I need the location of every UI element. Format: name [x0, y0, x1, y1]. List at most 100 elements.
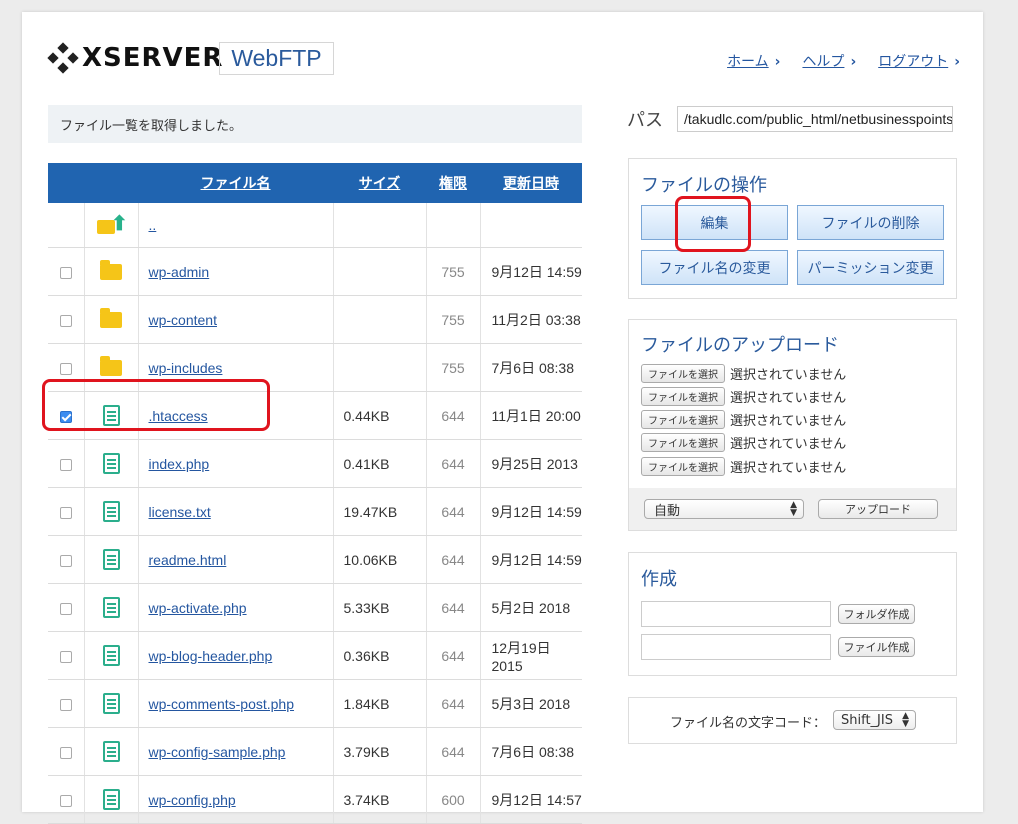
table-row[interactable]: index.php 0.41KB 644 9月25日 2013 [48, 439, 582, 488]
create-folder-button[interactable]: フォルダ作成 [838, 604, 915, 624]
table-row[interactable]: wp-config.php 3.74KB 600 9月12日 14:57 [48, 775, 582, 824]
table-row[interactable]: wp-activate.php 5.33KB 644 5月2日 2018 [48, 583, 582, 632]
choose-file-button[interactable]: ファイルを選択 [641, 363, 725, 383]
file-permission: 755 [425, 247, 480, 296]
row-checkbox[interactable] [59, 314, 72, 327]
file-name-link[interactable]: wp-config-sample.php [149, 744, 286, 760]
upload-box: ファイルのアップロード ファイルを選択 選択されていません ファイルを選択 選択され… [628, 319, 957, 531]
table-row[interactable]: wp-comments-post.php 1.84KB 644 5月3日 2018 [48, 679, 582, 728]
file-name-link[interactable]: wp-includes [149, 360, 223, 376]
transfer-mode-select[interactable]: 自動 ▲ ▼ [644, 499, 804, 519]
file-name-link[interactable]: readme.html [149, 552, 227, 568]
table-row[interactable]: wp-config-sample.php 3.79KB 644 7月6日 08:38 [48, 727, 582, 776]
rename-button[interactable]: ファイル名の変更 [641, 250, 788, 285]
row-checkbox[interactable] [59, 746, 72, 759]
file-date: 12月19日 2015 [479, 631, 582, 680]
table-row[interactable]: wp-blog-header.php 0.36KB 644 12月19日 2015 [48, 631, 582, 680]
chevron-right-icon: › [954, 54, 960, 70]
transfer-mode-value: 自動 [654, 503, 681, 519]
header-date[interactable]: 更新日時 [480, 163, 582, 203]
table-row[interactable]: wp-admin 755 9月12日 14:59 [48, 247, 582, 296]
file-date: 11月1日 20:00 [479, 391, 582, 440]
nav-logout-link[interactable]: ログアウト [878, 54, 948, 70]
file-date: 7月6日 08:38 [479, 727, 582, 776]
choose-file-button[interactable]: ファイルを選択 [641, 432, 725, 452]
upload-footer: 自動 ▲ ▼ アップロード [629, 488, 956, 530]
file-name-link[interactable]: wp-content [149, 312, 217, 328]
file-date: 9月12日 14:59 [479, 487, 582, 536]
sort-perm-link[interactable]: 権限 [439, 175, 467, 191]
file-icon [102, 645, 120, 666]
delete-button[interactable]: ファイルの削除 [797, 205, 944, 240]
choose-file-button[interactable]: ファイルを選択 [641, 386, 725, 406]
file-permission: 644 [425, 679, 480, 728]
file-permission: 755 [425, 295, 480, 344]
file-permission: 600 [425, 775, 480, 824]
file-table: ファイル名 サイズ 権限 更新日時 ⬆ .. wp-admin 755 9月12日 … [48, 163, 582, 824]
encoding-select[interactable]: Shift_JIS ▲ ▼ [833, 710, 916, 730]
xserver-logo-icon [47, 42, 79, 74]
row-checkbox[interactable] [59, 698, 72, 711]
header-perm[interactable]: 権限 [426, 163, 480, 203]
choose-file-button[interactable]: ファイルを選択 [641, 409, 725, 429]
file-date: 7月6日 08:38 [479, 343, 582, 392]
folder-name-input[interactable] [641, 601, 831, 627]
file-date: 9月12日 14:59 [479, 247, 582, 296]
file-icon [102, 789, 120, 810]
create-file-button[interactable]: ファイル作成 [838, 637, 915, 657]
folder-icon [100, 308, 122, 329]
file-size: 10.06KB [332, 535, 426, 584]
path-input[interactable]: /takudlc.com/public_html/netbusinesspoin… [677, 106, 953, 132]
product-name: WebFTP [219, 42, 334, 75]
top-nav: ホーム › ヘルプ › ログアウト › [727, 51, 960, 71]
file-size: 0.36KB [332, 631, 426, 680]
file-name-link[interactable]: wp-config.php [149, 792, 236, 808]
choose-file-button[interactable]: ファイルを選択 [641, 456, 725, 476]
file-permission: 644 [425, 727, 480, 776]
file-size: 5.33KB [332, 583, 426, 632]
upload-button[interactable]: アップロード [818, 499, 938, 519]
nav-help[interactable]: ヘルプ › [802, 51, 856, 71]
file-permission: 644 [425, 535, 480, 584]
row-checkbox[interactable] [59, 362, 72, 375]
row-checkbox[interactable] [59, 650, 72, 663]
parent-directory-link[interactable]: .. [149, 217, 157, 233]
file-name-input[interactable] [641, 634, 831, 660]
file-name-link[interactable]: wp-comments-post.php [149, 696, 295, 712]
row-checkbox[interactable] [59, 554, 72, 567]
row-checkbox[interactable] [59, 506, 72, 519]
parent-folder-icon[interactable]: ⬆ [97, 214, 128, 236]
table-row[interactable]: readme.html 10.06KB 644 9月12日 14:59 [48, 535, 582, 584]
encoding-value: Shift_JIS [841, 712, 893, 728]
nav-home[interactable]: ホーム › [727, 51, 780, 71]
highlight-edit [675, 196, 751, 252]
sort-date-link[interactable]: 更新日時 [503, 175, 559, 191]
file-size: 0.41KB [332, 439, 426, 488]
nav-home-link[interactable]: ホーム [727, 54, 769, 70]
header-size[interactable]: サイズ [333, 163, 426, 203]
file-date: 9月25日 2013 [479, 439, 582, 488]
row-checkbox[interactable] [59, 458, 72, 471]
permission-button[interactable]: パーミッション変更 [797, 250, 944, 285]
file-size: 1.84KB [332, 679, 426, 728]
table-row[interactable]: license.txt 19.47KB 644 9月12日 14:59 [48, 487, 582, 536]
header-name[interactable]: ファイル名 [138, 163, 333, 203]
file-name-link[interactable]: wp-admin [149, 264, 210, 280]
file-name-link[interactable]: wp-activate.php [149, 600, 247, 616]
table-row[interactable]: wp-content 755 11月2日 03:38 [48, 295, 582, 344]
nav-logout[interactable]: ログアウト › [878, 51, 960, 71]
xserver-logo[interactable]: XSERVER [47, 42, 223, 74]
row-checkbox[interactable] [59, 602, 72, 615]
file-name-link[interactable]: license.txt [149, 504, 211, 520]
nav-help-link[interactable]: ヘルプ [802, 54, 844, 70]
file-name-link[interactable]: wp-blog-header.php [149, 648, 273, 664]
path-label: パス [627, 110, 663, 131]
row-checkbox[interactable] [59, 266, 72, 279]
file-permission: 644 [425, 487, 480, 536]
sort-name-link[interactable]: ファイル名 [201, 175, 271, 191]
table-row-parent[interactable]: ⬆ .. [48, 203, 582, 248]
upload-row: ファイルを選択 選択されていません [641, 363, 846, 383]
file-size: 19.47KB [332, 487, 426, 536]
file-name-link[interactable]: index.php [149, 456, 210, 472]
sort-size-link[interactable]: サイズ [359, 175, 401, 191]
